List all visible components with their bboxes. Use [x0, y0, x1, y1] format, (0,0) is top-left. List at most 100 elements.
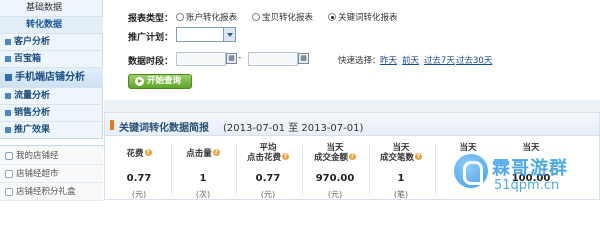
- report-title: 关键词转化数据简报: [119, 123, 209, 134]
- sidebar-link-points-giftbox[interactable]: 店铺经积分礼盒: [0, 183, 103, 201]
- radio-keyword-report[interactable]: 关键词转化报表: [328, 11, 398, 23]
- metric-unit: (笔): [393, 190, 409, 199]
- metric-label: 当天 成交笔数?: [371, 143, 431, 163]
- bullet-icon: [5, 73, 12, 81]
- quick-link-yesterday[interactable]: 昨天: [380, 54, 397, 66]
- metric-label: 点击量?: [173, 149, 233, 159]
- sidebar-item-customer-analysis[interactable]: 客户分析: [0, 34, 103, 51]
- date-range-label: 数据时段：: [128, 57, 174, 67]
- quick-link-day-before[interactable]: 前天: [402, 54, 419, 66]
- plan-select[interactable]: [176, 27, 236, 42]
- date-separator: -: [238, 53, 242, 63]
- metric-label-text: 成交笔数: [379, 153, 414, 163]
- metric-value: 1: [397, 173, 405, 184]
- metric-sales-amount: 当天 成交金额? 970.00 (元): [305, 143, 365, 199]
- sidebar-item-label: 百宝箱: [14, 54, 42, 64]
- sidebar-item-label: 转化数据: [26, 20, 63, 30]
- sidebar-item-conversion-data[interactable]: 转化数据: [0, 17, 103, 34]
- metric-clicks: 点击量? 1 (次): [173, 143, 233, 199]
- help-icon[interactable]: ?: [349, 153, 356, 160]
- quick-link-last-7-days[interactable]: 过去7天: [424, 54, 455, 66]
- panel-separator: [104, 100, 600, 112]
- start-query-button[interactable]: 开始查询: [128, 74, 192, 89]
- bullet-icon: [5, 126, 11, 133]
- sidebar-item-toolbox[interactable]: 百宝箱: [0, 51, 103, 68]
- sidebar-link-shop-guide-market[interactable]: 店铺经超市: [0, 165, 103, 183]
- metric-label: 花费?: [109, 149, 169, 159]
- sidebar-item-label: 推广效果: [14, 125, 51, 135]
- metric-divider: [171, 143, 172, 195]
- chevron-down-icon[interactable]: [223, 28, 235, 41]
- sidebar-item-promotion-effect[interactable]: 推广效果: [0, 122, 103, 139]
- radio-label: 关键词转化报表: [338, 13, 398, 23]
- sidebar: 基础数据 转化数据 客户分析 百宝箱 手机端店铺分析 流量分析 销售分析 推广效…: [0, 0, 103, 201]
- play-icon: [135, 77, 144, 86]
- bullet-icon: [5, 38, 11, 45]
- bullet-icon: [5, 109, 11, 116]
- calendar-icon[interactable]: ▦: [226, 53, 237, 64]
- help-icon[interactable]: ?: [144, 149, 152, 156]
- radio-checked-icon[interactable]: [328, 13, 336, 21]
- metric-label-text: 花费: [126, 149, 144, 159]
- metric-unit: (元): [327, 190, 343, 199]
- metric-divider: [236, 143, 237, 195]
- filter-panel: 报表类型： 账户转化报表 宝贝转化报表 关键词转化报表 推广计划： 数据时段： …: [104, 0, 600, 100]
- metric-cost: 花费? 0.77 (元): [109, 143, 169, 199]
- metric-label-text: 成交金额: [313, 153, 348, 163]
- sidebar-link-label: 店铺经超市: [16, 169, 59, 179]
- help-icon[interactable]: ?: [212, 149, 220, 156]
- bullet-icon: [5, 55, 11, 62]
- watermark-url: 51qpm.cn: [494, 178, 560, 193]
- sidebar-item-label: 客户分析: [14, 37, 51, 47]
- metric-order-count: 当天 成交笔数? 1 (笔): [371, 143, 431, 199]
- sidebar-item-sales-analysis[interactable]: 销售分析: [0, 105, 103, 122]
- sidebar-link-my-shop-guide[interactable]: 我的店铺经: [0, 147, 103, 165]
- metric-unit: (次): [195, 190, 211, 199]
- date-from-input[interactable]: [176, 52, 226, 66]
- metric-value: 970.00: [315, 173, 355, 184]
- metric-unit: (元): [131, 190, 147, 199]
- report-header: 关键词转化数据简报 (2013-07-01 至 2013-07-01): [105, 113, 599, 136]
- metric-value: 0.77: [126, 173, 152, 184]
- metric-label-text: 点击花费: [246, 153, 281, 163]
- metric-label-text: 当天: [392, 143, 410, 153]
- sidebar-section-label: 手机端店铺分析: [15, 72, 85, 83]
- radio-icon[interactable]: [252, 13, 260, 21]
- metric-unit: (元): [260, 190, 276, 199]
- metric-label-text: 当天: [326, 143, 344, 153]
- metric-label-text: 平均: [259, 143, 277, 153]
- gift-icon: [5, 187, 13, 196]
- radio-label: 账户转化报表: [186, 13, 238, 23]
- calendar-icon[interactable]: ▦: [298, 53, 309, 64]
- help-icon[interactable]: ?: [282, 153, 289, 160]
- metric-divider: [369, 143, 370, 195]
- watermark-name: 霖哥游群: [492, 158, 568, 179]
- bullet-icon: [5, 92, 11, 99]
- metric-divider: [435, 143, 436, 195]
- plan-label: 推广计划：: [128, 33, 174, 43]
- sidebar-divider: [0, 138, 103, 146]
- metric-label-text: 点击量: [186, 149, 212, 159]
- metric-label: 平均 点击花费?: [238, 143, 298, 163]
- date-to-input[interactable]: [248, 52, 298, 66]
- watermark-logo-icon: [454, 154, 488, 188]
- metric-avg-click-cost: 平均 点击花费? 0.77 (元): [238, 143, 298, 199]
- sidebar-item-label: 销售分析: [14, 108, 51, 118]
- metric-value: 1: [199, 173, 207, 184]
- sidebar-item-basic-data[interactable]: 基础数据: [0, 0, 103, 17]
- sidebar-section-mobile-shop-analysis[interactable]: 手机端店铺分析: [0, 68, 103, 88]
- sidebar-item-traffic-analysis[interactable]: 流量分析: [0, 88, 103, 105]
- radio-account-report[interactable]: 账户转化报表: [176, 11, 237, 23]
- watermark: 霖哥游群 51qpm.cn: [454, 152, 600, 200]
- radio-icon[interactable]: [176, 13, 184, 21]
- sidebar-item-label: 基础数据: [26, 3, 63, 13]
- quick-link-last-30-days[interactable]: 过去30天: [456, 54, 492, 66]
- radio-item-report[interactable]: 宝贝转化报表: [252, 11, 313, 23]
- start-query-label: 开始查询: [147, 76, 182, 86]
- help-icon[interactable]: ?: [415, 153, 422, 160]
- sidebar-item-label: 流量分析: [14, 91, 51, 101]
- metric-value: 0.77: [255, 173, 281, 184]
- metric-divider: [302, 143, 303, 195]
- title-bar-icon: [110, 120, 114, 130]
- shop-icon: [5, 151, 13, 160]
